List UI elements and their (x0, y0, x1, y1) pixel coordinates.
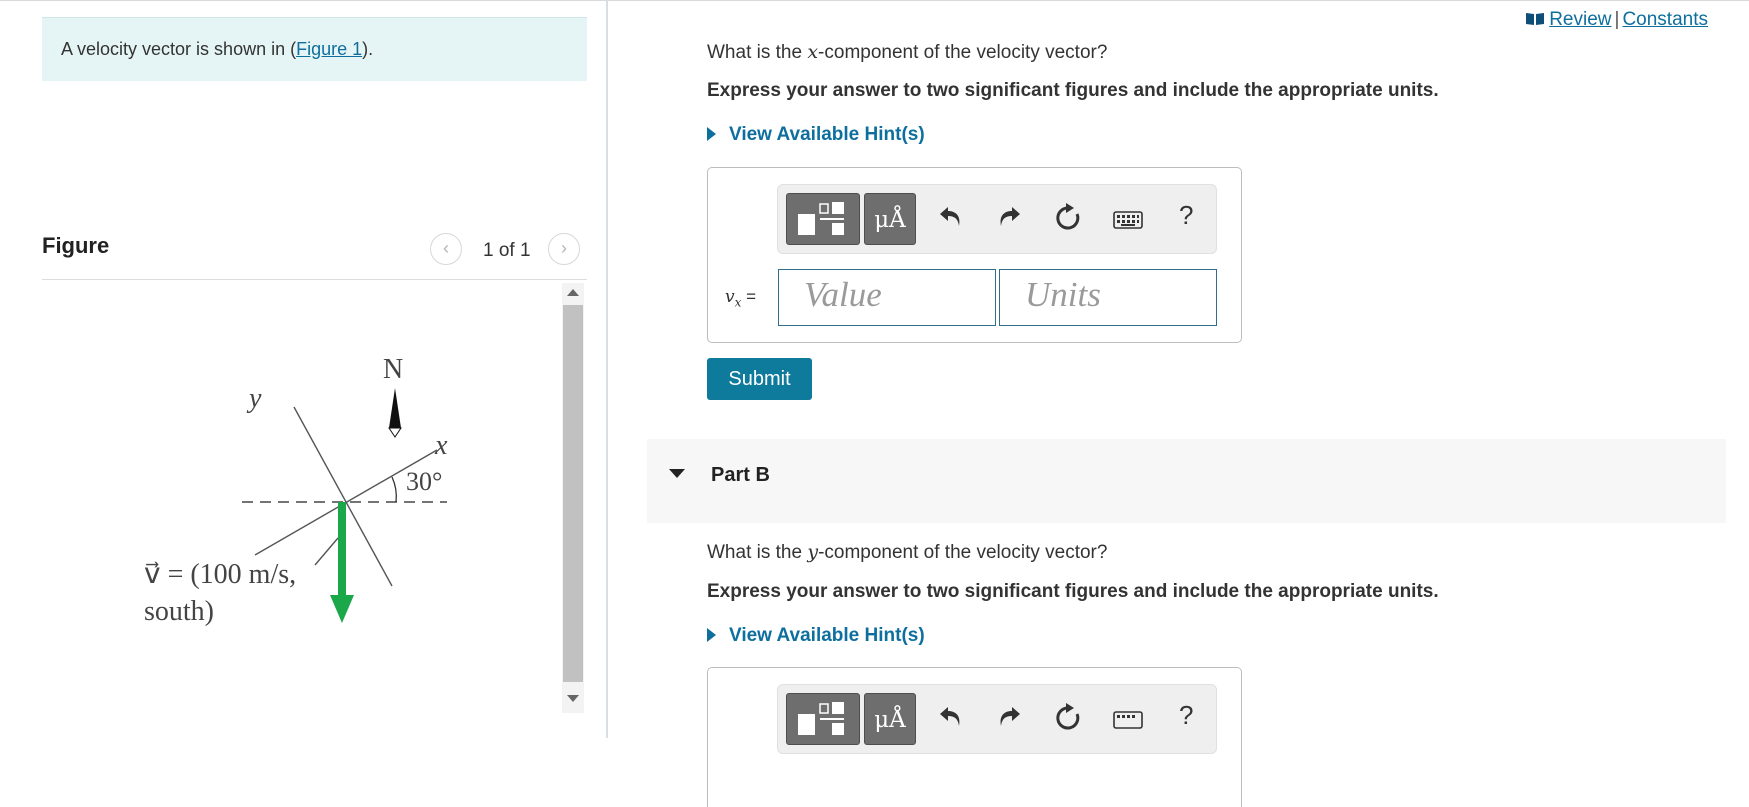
var-equals: = (746, 287, 757, 306)
part-a-question-suffix: -component of the velocity vector? (818, 42, 1108, 63)
intro-prefix: A velocity vector is shown in ( (61, 39, 297, 59)
help-button[interactable]: ? (1179, 700, 1193, 731)
caret-down-icon (669, 469, 685, 478)
link-separator: | (1614, 9, 1620, 30)
units-button[interactable]: μÅ (864, 193, 916, 245)
part-b-math-toolbar: μÅ ? (777, 684, 1217, 754)
figure-divider (42, 279, 587, 280)
part-b-question-prefix: What is the (707, 542, 808, 563)
undo-icon[interactable] (938, 703, 964, 729)
next-figure-button[interactable]: › (548, 233, 580, 265)
value-input[interactable]: Value (778, 269, 996, 326)
intro-suffix: ). (362, 39, 374, 59)
reset-icon[interactable] (1054, 203, 1082, 231)
figure-area: N y x 30° v⃗ = (100 m/s, south) (42, 283, 562, 713)
part-b-answer-box: μÅ ? (707, 667, 1242, 807)
chevron-left-icon: ‹ (443, 238, 449, 258)
part-b-question-var: y (807, 541, 819, 563)
part-b-hint-toggle[interactable]: View Available Hint(s) (707, 625, 925, 647)
part-a-hint-toggle[interactable]: View Available Hint(s) (707, 124, 925, 146)
vector-label-line2: south) (144, 596, 214, 627)
help-button[interactable]: ? (1179, 200, 1193, 231)
part-a-answer-box: μÅ ? vx = Value Units (707, 167, 1242, 343)
templates-icon (798, 702, 844, 735)
left-pane: A velocity vector is shown in (Figure 1)… (0, 0, 606, 738)
vector-label-line1: v⃗ = (100 m/s, (144, 559, 296, 590)
north-arrow-icon (389, 388, 401, 428)
part-b-label: Part B (711, 464, 770, 486)
part-a-question: What is the x-component of the velocity … (707, 41, 1107, 64)
var-subscript: x (734, 295, 742, 310)
caret-right-icon (707, 127, 716, 141)
angle-arc (391, 476, 397, 503)
scroll-down-arrow-icon[interactable] (567, 695, 579, 702)
north-label: N (383, 354, 403, 385)
part-a-instruction: Express your answer to two significant f… (707, 80, 1439, 101)
redo-icon[interactable] (996, 703, 1022, 729)
part-b-hint-label: View Available Hint(s) (729, 625, 925, 646)
part-a-question-var: x (807, 41, 819, 63)
caret-right-icon (707, 628, 716, 642)
figure-scrollbar[interactable] (562, 283, 584, 713)
part-b-question: What is the y-component of the velocity … (707, 541, 1107, 564)
submit-button[interactable]: Submit (707, 358, 812, 400)
chevron-right-icon: › (561, 238, 567, 258)
pager-text: 1 of 1 (483, 240, 531, 261)
constants-link[interactable]: Constants (1622, 9, 1708, 30)
keyboard-icon[interactable] (1113, 711, 1143, 729)
scroll-up-arrow-icon[interactable] (567, 289, 579, 296)
figure-link[interactable]: Figure 1 (296, 39, 362, 59)
scroll-thumb[interactable] (563, 305, 583, 682)
figure-heading: Figure (42, 233, 110, 258)
book-icon (1526, 13, 1545, 25)
part-b-header[interactable]: Part B (647, 439, 1726, 523)
part-a-question-prefix: What is the (707, 42, 808, 63)
north-arrow-tail (388, 427, 402, 438)
var-symbol: v (725, 287, 735, 307)
x-axis-label: x (434, 430, 448, 461)
intro-text: A velocity vector is shown in (Figure 1)… (61, 39, 373, 60)
intro-box: A velocity vector is shown in (Figure 1)… (42, 17, 587, 81)
part-b-question-suffix: -component of the velocity vector? (818, 542, 1108, 563)
y-axis-label: y (246, 383, 262, 414)
reset-icon[interactable] (1054, 703, 1082, 731)
pane-divider (606, 0, 608, 738)
figure-pager: ‹ 1 of 1 › (430, 233, 585, 267)
part-a-hint-label: View Available Hint(s) (729, 124, 925, 145)
redo-icon[interactable] (996, 203, 1022, 229)
header-links: Review | Constants (1525, 9, 1708, 31)
review-link[interactable]: Review (1549, 9, 1611, 30)
keyboard-icon[interactable] (1113, 211, 1143, 229)
templates-button[interactable] (786, 193, 860, 245)
velocity-diagram: N y x 30° v⃗ = (100 m/s, south) (144, 354, 448, 627)
prev-figure-button[interactable]: ‹ (430, 233, 462, 265)
templates-icon (798, 202, 844, 235)
units-button[interactable]: μÅ (864, 693, 916, 745)
vector-leader-line (314, 537, 339, 566)
units-input[interactable]: Units (999, 269, 1217, 326)
angle-label: 30° (406, 467, 442, 496)
vx-label: vx = (725, 287, 756, 309)
undo-icon[interactable] (938, 203, 964, 229)
part-b-instruction: Express your answer to two significant f… (707, 581, 1439, 602)
velocity-arrowhead (330, 595, 354, 623)
templates-button[interactable] (786, 693, 860, 745)
part-a-math-toolbar: μÅ ? (777, 184, 1217, 254)
